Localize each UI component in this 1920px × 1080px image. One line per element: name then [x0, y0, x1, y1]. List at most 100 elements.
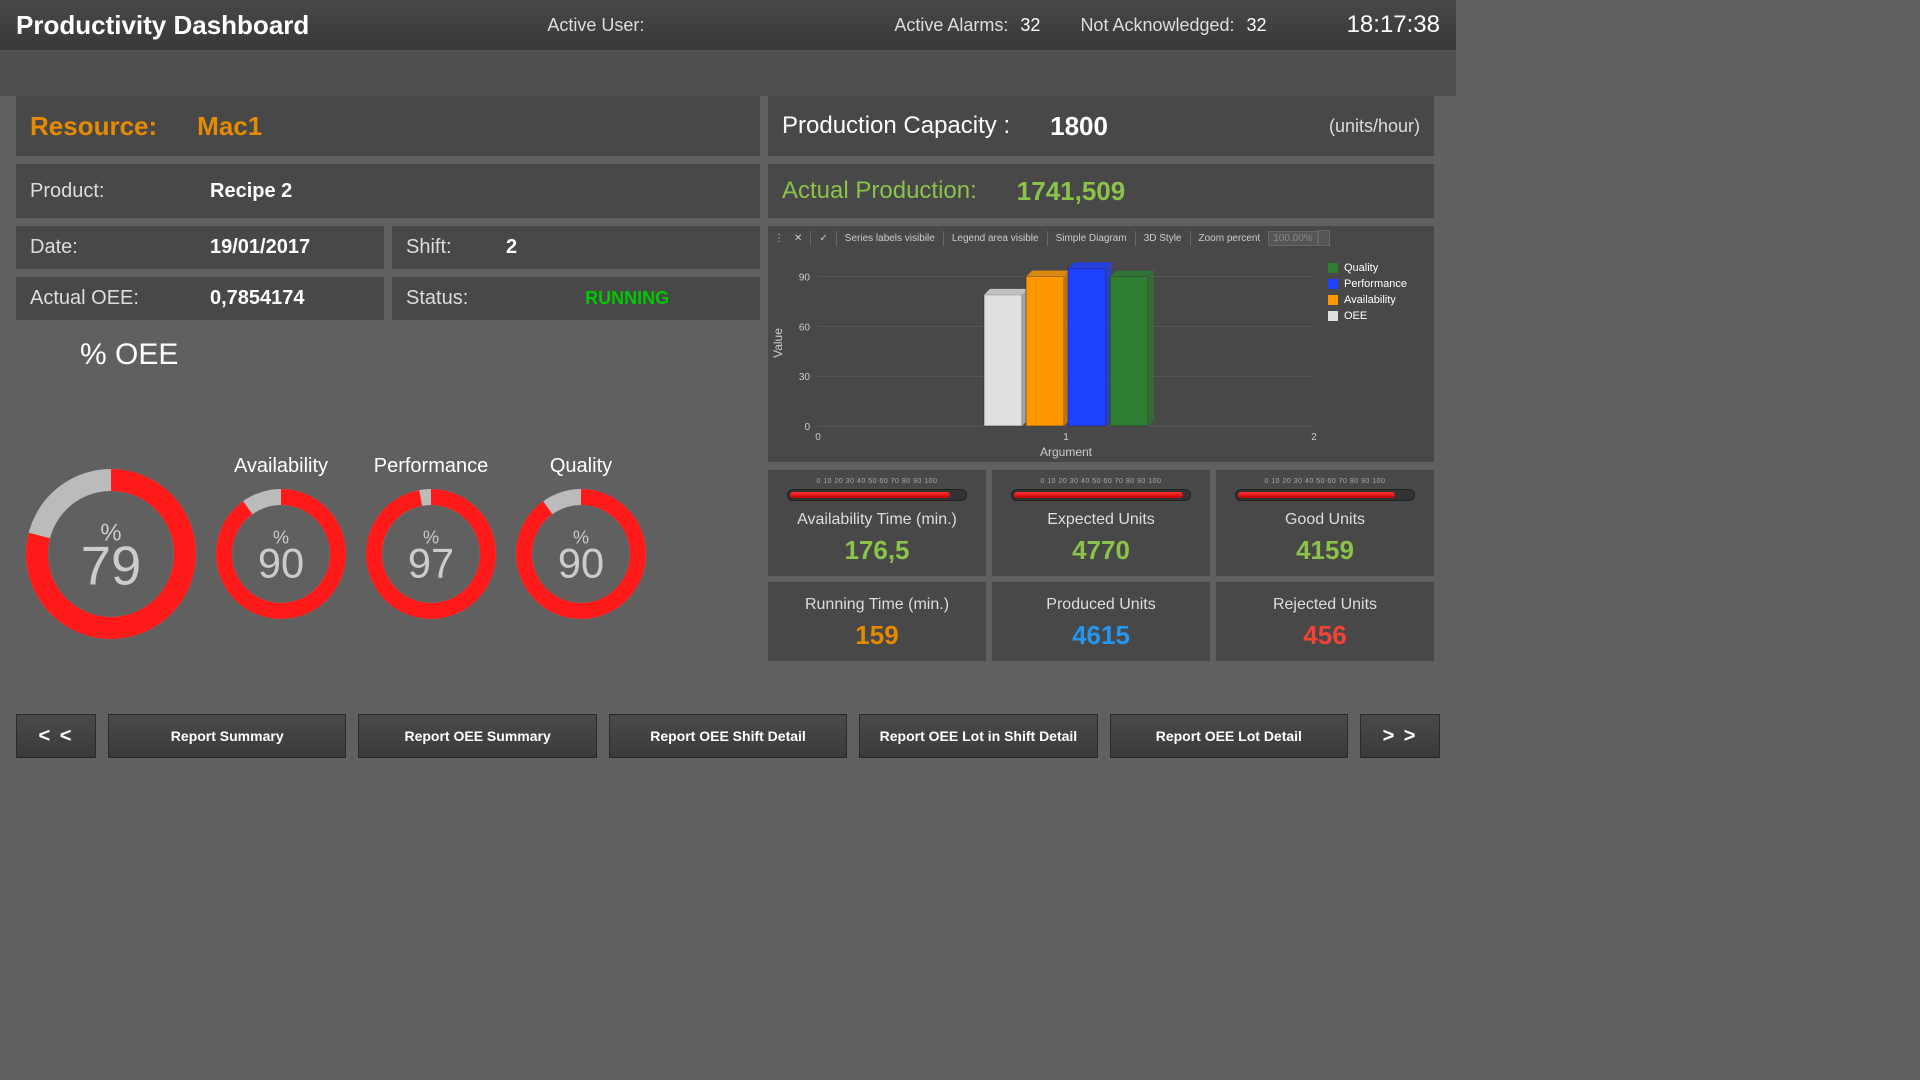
metric-card: 0 10 20 30 40 50 60 70 80 90 100 Expecte… — [992, 470, 1210, 576]
active-user: Active User: — [547, 15, 656, 36]
shift-label: Shift: — [406, 236, 466, 259]
report-button[interactable]: Report OEE Lot in Shift Detail — [859, 714, 1097, 758]
legend-area-toggle[interactable]: Legend area visible — [944, 231, 1048, 246]
prev-button[interactable]: < < — [16, 714, 96, 758]
metric-bar — [1011, 489, 1191, 501]
metric-label: Running Time (min.) — [805, 596, 949, 614]
capacity-panel: Production Capacity : 1800 (units/hour) — [768, 96, 1434, 156]
shift-panel: Shift: 2 — [392, 226, 760, 269]
metric-scale: 0 10 20 30 40 50 60 70 80 90 100 — [1040, 478, 1161, 485]
svg-text:79: 79 — [81, 536, 142, 597]
legend-item: Quality — [1328, 262, 1420, 274]
metric-label: Rejected Units — [1273, 596, 1377, 614]
metric-value: 4770 — [1072, 535, 1130, 566]
legend-swatch — [1328, 295, 1338, 305]
legend-label: Performance — [1344, 278, 1407, 290]
gauge-oee: % 79 — [26, 435, 196, 639]
gauge-label: Quality — [550, 455, 612, 481]
capacity-label: Production Capacity : — [782, 112, 1010, 140]
sub-bar — [0, 50, 1456, 96]
legend-label: Quality — [1344, 262, 1378, 274]
gauge-donut: % 90 — [516, 489, 646, 619]
metric-label: Availability Time (min.) — [797, 511, 957, 529]
zoom-label: Zoom percent — [1191, 231, 1269, 246]
active-alarms-label: Active Alarms: — [894, 15, 1008, 36]
chart-close-button[interactable]: ✕ — [786, 231, 811, 246]
legend-swatch — [1328, 263, 1338, 273]
legend-item: Availability — [1328, 294, 1420, 306]
oee-value: 0,7854174 — [210, 287, 305, 310]
resource-label: Resource: — [30, 111, 157, 142]
gauge-label: Performance — [374, 455, 489, 481]
toolbar-grip-icon[interactable]: ⋮ — [774, 233, 782, 244]
svg-text:90: 90 — [558, 539, 604, 586]
report-button[interactable]: Report OEE Shift Detail — [609, 714, 847, 758]
metric-scale: 0 10 20 30 40 50 60 70 80 90 100 — [1264, 478, 1385, 485]
metric-label: Expected Units — [1047, 511, 1155, 529]
svg-text:60: 60 — [799, 322, 811, 333]
metric-bar — [787, 489, 967, 501]
oee-label: Actual OEE: — [30, 287, 170, 310]
clock: 18:17:38 — [1347, 11, 1440, 39]
metrics-grid: 0 10 20 30 40 50 60 70 80 90 100 Availab… — [768, 470, 1434, 661]
bar-chart: 0306090012ArgumentValue — [768, 250, 1324, 460]
metric-label: Produced Units — [1046, 596, 1155, 614]
active-user-label: Active User: — [547, 15, 644, 36]
date-label: Date: — [30, 236, 170, 259]
svg-text:90: 90 — [799, 273, 811, 284]
not-acknowledged: Not Acknowledged: 32 — [1080, 15, 1266, 36]
legend-label: Availability — [1344, 294, 1396, 306]
svg-text:90: 90 — [258, 539, 304, 586]
chart-confirm-button[interactable]: ✓ — [811, 231, 836, 246]
metric-bar — [1235, 489, 1415, 501]
status-label: Status: — [406, 287, 468, 310]
product-panel: Product: Recipe 2 — [16, 164, 760, 218]
gauge-donut: % 79 — [26, 469, 196, 639]
simple-diagram-toggle[interactable]: Simple Diagram — [1048, 231, 1136, 246]
gauge-donut: % 90 — [216, 489, 346, 619]
chart-area: ⋮ ✕ ✓ Series labels visibile Legend area… — [768, 226, 1434, 462]
legend-item: OEE — [1328, 310, 1420, 322]
metric-card: Produced Units 4615 — [992, 582, 1210, 661]
footer: < < Report Summary Report OEE Summary Re… — [0, 702, 1456, 770]
date-value: 19/01/2017 — [210, 236, 310, 259]
next-button[interactable]: > > — [1360, 714, 1440, 758]
report-button[interactable]: Report OEE Summary — [358, 714, 596, 758]
active-alarms: Active Alarms: 32 — [894, 15, 1040, 36]
3d-style-toggle[interactable]: 3D Style — [1136, 231, 1191, 246]
not-ack-value: 32 — [1247, 15, 1267, 36]
zoom-spinner[interactable] — [1318, 230, 1330, 246]
zoom-value[interactable]: 100.00% — [1268, 231, 1318, 246]
metric-value: 159 — [855, 620, 898, 651]
legend-swatch — [1328, 279, 1338, 289]
chart-toolbar: ⋮ ✕ ✓ Series labels visibile Legend area… — [768, 226, 1434, 250]
chart-legend: Quality Performance Availability OEE — [1324, 250, 1424, 462]
top-bar: Productivity Dashboard Active User: Acti… — [0, 0, 1456, 50]
svg-text:97: 97 — [408, 539, 454, 586]
svg-text:0: 0 — [804, 422, 810, 433]
report-button[interactable]: Report Summary — [108, 714, 346, 758]
svg-text:2: 2 — [1311, 432, 1317, 443]
status-panel: Status: RUNNING — [392, 277, 760, 320]
status-value: RUNNING — [585, 288, 669, 309]
legend-item: Performance — [1328, 278, 1420, 290]
metric-value: 4159 — [1296, 535, 1354, 566]
gauge-quality: Quality % 90 — [516, 455, 646, 619]
capacity-value: 1800 — [1050, 111, 1108, 142]
gauge-donut: % 97 — [366, 489, 496, 619]
report-button[interactable]: Report OEE Lot Detail — [1110, 714, 1348, 758]
product-label: Product: — [30, 180, 170, 203]
page-title: Productivity Dashboard — [16, 10, 309, 41]
metric-label: Good Units — [1285, 511, 1365, 529]
gauge-label: Availability — [234, 455, 328, 481]
series-labels-toggle[interactable]: Series labels visibile — [837, 231, 944, 246]
metric-value: 176,5 — [844, 535, 909, 566]
svg-text:0: 0 — [815, 432, 821, 443]
date-panel: Date: 19/01/2017 — [16, 226, 384, 269]
gauge-availability: Availability % 90 — [216, 455, 346, 619]
resource-value: Mac1 — [197, 111, 262, 142]
svg-text:Argument: Argument — [1040, 445, 1093, 459]
actual-production-panel: Actual Production: 1741,509 — [768, 164, 1434, 218]
gauge-performance: Performance % 97 — [366, 455, 496, 619]
oee-panel: Actual OEE: 0,7854174 — [16, 277, 384, 320]
